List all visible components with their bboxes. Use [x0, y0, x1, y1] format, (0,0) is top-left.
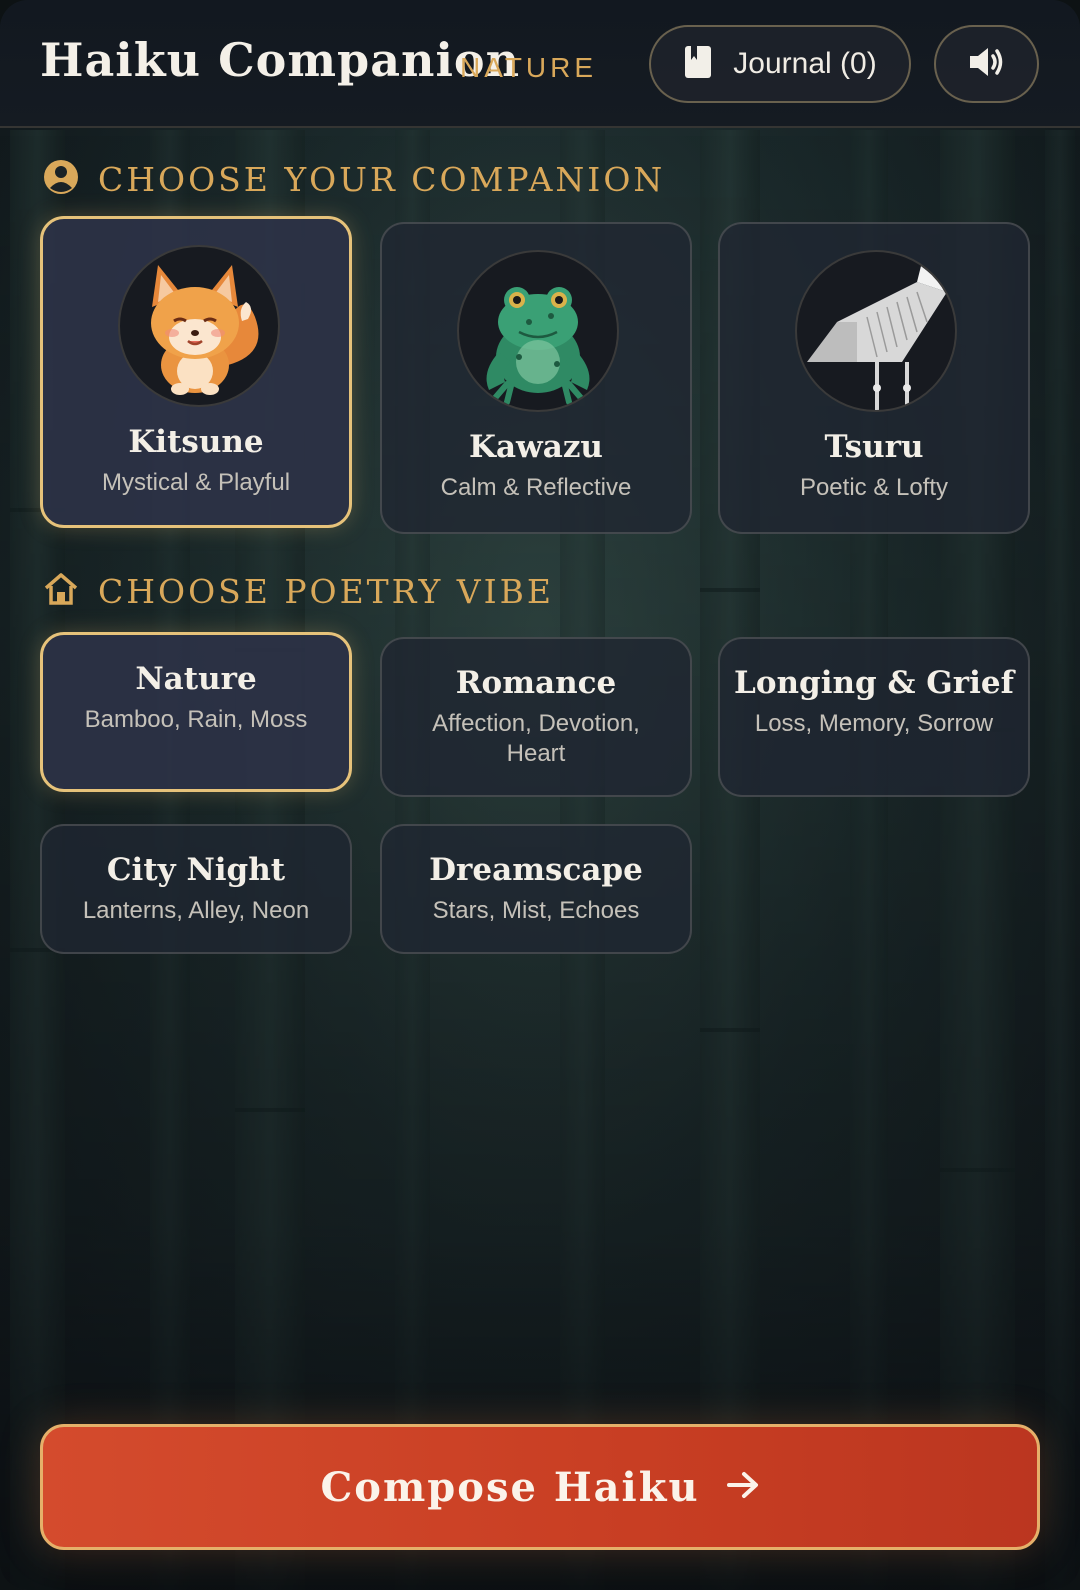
vibe-name: Dreamscape [429, 852, 643, 888]
current-vibe-subtitle: NATURE [460, 52, 598, 83]
companion-section-label: CHOOSE YOUR COMPANION [98, 160, 666, 199]
book-icon [683, 44, 713, 85]
vibe-desc: Stars, Mist, Echoes [432, 897, 640, 924]
app-title: Haiku Companion [40, 33, 521, 87]
vibe-desc: Loss, Memory, Sorrow [754, 710, 994, 737]
vibe-name: Romance [455, 665, 617, 701]
vibe-name: Longing & Grief [734, 665, 1014, 701]
vibe-name: Nature [135, 661, 257, 697]
vibe-desc: Lanterns, Alley, Neon [82, 897, 310, 924]
vibe-card-dreamscape[interactable]: Dreamscape Stars, Mist, Echoes [380, 824, 692, 954]
tsuru-avatar [795, 250, 957, 412]
vibe-name: City Night [106, 852, 286, 888]
arrow-right-icon [726, 1470, 760, 1505]
vibe-card-longing-grief[interactable]: Longing & Grief Loss, Memory, Sorrow [718, 637, 1030, 797]
vibe-card-city-night[interactable]: City Night Lanterns, Alley, Neon [40, 824, 352, 954]
compose-label: Compose Haiku [320, 1463, 700, 1511]
journal-button[interactable]: Journal (0) [649, 25, 911, 103]
kitsune-avatar [118, 245, 280, 407]
companion-name: Tsuru [824, 429, 924, 465]
companion-desc: Calm & Reflective [440, 474, 632, 501]
companion-name: Kitsune [128, 424, 264, 460]
vibe-desc: Bamboo, Rain, Moss [84, 706, 308, 733]
vibe-desc: Affection, Devotion, Heart [432, 710, 640, 767]
journal-label: Journal (0) [733, 47, 877, 80]
home-icon [42, 570, 80, 613]
compose-haiku-button[interactable]: Compose Haiku [40, 1424, 1040, 1550]
speaker-icon [968, 45, 1006, 84]
app-window: Haiku Companion NATURE Journal (0) CHOOS… [0, 0, 1080, 1590]
companion-section-title: CHOOSE YOUR COMPANION [42, 158, 665, 201]
companion-card-tsuru[interactable]: Tsuru Poetic & Lofty [718, 222, 1030, 534]
companion-card-kawazu[interactable]: Kawazu Calm & Reflective [380, 222, 692, 534]
companion-card-kitsune[interactable]: Kitsune Mystical & Playful [40, 216, 352, 528]
vibe-section-label: CHOOSE POETRY VIBE [98, 572, 554, 611]
companion-desc: Mystical & Playful [101, 469, 291, 496]
companion-name: Kawazu [469, 429, 603, 465]
vibe-section-title: CHOOSE POETRY VIBE [42, 570, 554, 613]
vibe-card-nature[interactable]: Nature Bamboo, Rain, Moss [40, 632, 352, 792]
sound-toggle-button[interactable] [934, 25, 1039, 103]
companion-desc: Poetic & Lofty [799, 474, 949, 501]
kawazu-avatar [457, 250, 619, 412]
vibe-card-romance[interactable]: Romance Affection, Devotion, Heart [380, 637, 692, 797]
app-header: Haiku Companion NATURE Journal (0) [0, 0, 1080, 128]
user-circle-icon [42, 158, 80, 201]
